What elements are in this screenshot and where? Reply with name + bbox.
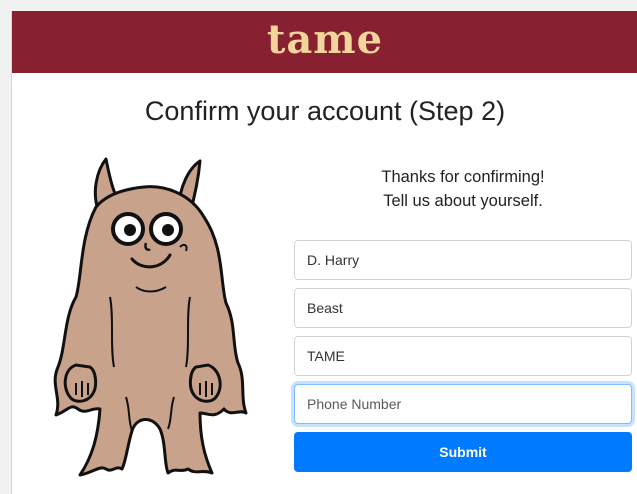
brand-header: tame xyxy=(12,11,637,73)
brand-logo: tame xyxy=(266,16,384,63)
intro-line-1: Thanks for confirming! xyxy=(381,168,545,186)
intro-message: Thanks for confirming! Tell us about you… xyxy=(294,165,632,213)
phone-number-field[interactable] xyxy=(294,384,632,424)
profile-form: Submit xyxy=(294,240,632,472)
page-title: Confirm your account (Step 2) xyxy=(144,96,506,126)
intro-line-2: Tell us about yourself. xyxy=(383,192,543,210)
company-field[interactable] xyxy=(294,336,632,376)
signup-card: tame Confirm your account (Step 2) Thank… xyxy=(11,11,637,494)
monster-mascot-icon xyxy=(53,157,248,477)
submit-button[interactable]: Submit xyxy=(294,432,632,472)
page-background: tame Confirm your account (Step 2) Thank… xyxy=(0,0,637,494)
name-field[interactable] xyxy=(294,240,632,280)
last-name-field[interactable] xyxy=(294,288,632,328)
